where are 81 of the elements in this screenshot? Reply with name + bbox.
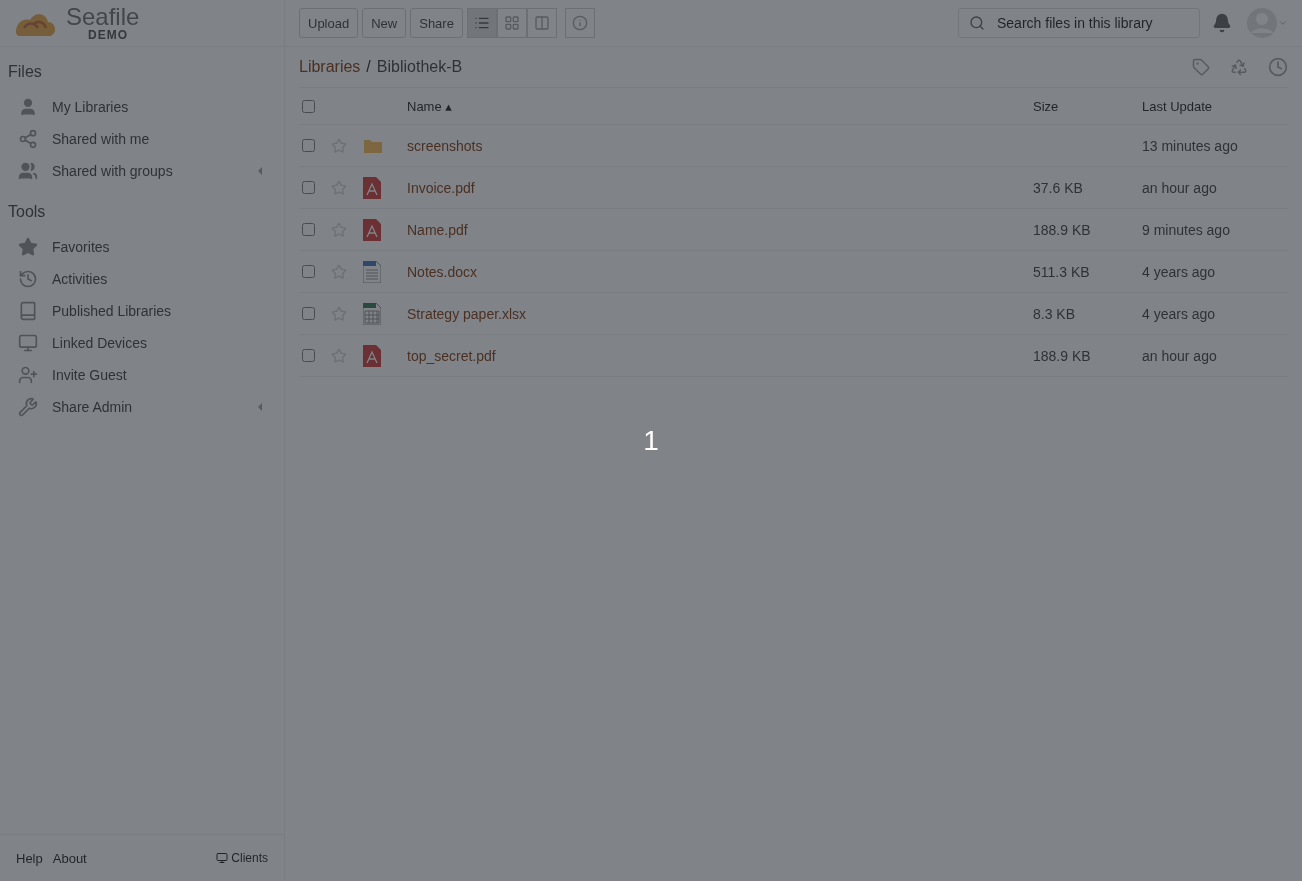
document-file-icon: [363, 260, 381, 283]
file-size: 511.3 KB: [1033, 263, 1091, 280]
last-update: 4 years ago: [1142, 305, 1217, 322]
list-view-button[interactable]: [466, 8, 497, 38]
footer-link[interactable]: About: [52, 850, 87, 866]
file-name-link[interactable]: top_secret.pdf: [407, 347, 496, 364]
monitor-icon: [18, 333, 38, 353]
sidebar-item[interactable]: Linked Devices: [0, 327, 284, 359]
file-name-link[interactable]: Notes.docx: [407, 263, 478, 280]
wrench-icon: [18, 397, 38, 417]
file-size: 37.6 KB: [1033, 179, 1084, 196]
sidebar-item[interactable]: Shared with groups: [0, 155, 284, 187]
sidebar-item[interactable]: Favorites: [0, 231, 284, 263]
history-icon[interactable]: [1268, 57, 1288, 77]
caret-icon[interactable]: [1278, 18, 1288, 28]
last-update: 4 years ago: [1142, 263, 1217, 280]
last-update: 9 minutes ago: [1142, 221, 1231, 238]
breadcrumb-current: Bibliothek-B: [376, 58, 464, 76]
last-update: an hour ago: [1142, 179, 1218, 196]
invite-icon: [18, 365, 38, 385]
share-icon: [18, 129, 38, 149]
breadcrumb-link[interactable]: Libraries: [299, 58, 361, 76]
sidebar-item[interactable]: Shared with me: [0, 123, 284, 155]
spreadsheet-file-icon: [363, 302, 381, 325]
pdf-file-icon: [363, 344, 381, 367]
row-checkbox[interactable]: [302, 181, 315, 194]
sidebar-heading: Tools: [7, 202, 47, 222]
folder-icon: [363, 137, 383, 154]
grid-view-button[interactable]: [496, 8, 527, 38]
history-icon: [18, 269, 38, 289]
search-icon: [969, 15, 985, 31]
row-checkbox[interactable]: [302, 307, 315, 320]
column-header[interactable]: Last Update: [1142, 98, 1288, 114]
column-header[interactable]: Size: [1033, 98, 1142, 114]
file-name-link[interactable]: Invoice.pdf: [407, 179, 475, 196]
file-size: 188.9 KB: [1033, 347, 1092, 364]
columns-view-icon: [533, 15, 550, 31]
row-checkbox[interactable]: [302, 139, 315, 152]
tag-icon[interactable]: [1192, 58, 1210, 76]
file-size: 188.9 KB: [1033, 221, 1092, 238]
pdf-file-icon: [363, 176, 381, 199]
columns-view-button[interactable]: [526, 8, 557, 38]
row-checkbox[interactable]: [302, 349, 315, 362]
logo-name: Seafile: [66, 5, 140, 29]
sidebar-heading: Files: [7, 62, 43, 82]
toolbar-button[interactable]: Share: [410, 8, 463, 38]
column-header[interactable]: Name ▴: [407, 98, 1033, 114]
sidebar-item[interactable]: Invite Guest: [0, 359, 284, 391]
file-name-link[interactable]: screenshots: [407, 137, 483, 154]
group-icon: [18, 161, 38, 181]
select-all-checkbox[interactable]: [302, 99, 315, 113]
last-update: 13 minutes ago: [1142, 137, 1239, 154]
pdf-file-icon: [363, 218, 381, 241]
last-update: an hour ago: [1142, 347, 1218, 364]
clients-link[interactable]: Clients: [216, 851, 268, 865]
monitor-icon: [216, 852, 229, 864]
file-size: 8.3 KB: [1033, 305, 1077, 322]
sidebar-item[interactable]: My Libraries: [0, 91, 284, 123]
user-icon: [18, 97, 38, 117]
sidebar-item[interactable]: Share Admin: [0, 391, 284, 423]
breadcrumb-separator: /: [366, 58, 371, 76]
file-name-link[interactable]: Strategy paper.xlsx: [407, 305, 527, 322]
book-icon: [18, 301, 38, 321]
info-icon: [571, 15, 588, 31]
notification-bell-icon[interactable]: [1212, 13, 1232, 33]
counter-text: 1: [643, 424, 659, 457]
row-checkbox[interactable]: [302, 265, 315, 278]
star-icon: [18, 237, 38, 257]
footer-link[interactable]: Help: [16, 850, 43, 866]
logo-subtitle: DEMO: [88, 29, 129, 41]
info-button[interactable]: [564, 8, 595, 38]
list-view-icon: [473, 15, 490, 31]
toolbar-button[interactable]: Upload: [299, 8, 359, 38]
sidebar-item[interactable]: Activities: [0, 263, 284, 295]
sidebar-item[interactable]: Published Libraries: [0, 295, 284, 327]
file-name-link[interactable]: Name.pdf: [407, 221, 468, 238]
row-checkbox[interactable]: [302, 223, 315, 236]
recycle-icon[interactable]: [1230, 58, 1248, 76]
toolbar-button[interactable]: New: [362, 8, 407, 38]
grid-view-icon: [503, 15, 520, 31]
search-field[interactable]: Search files in this library: [958, 8, 1200, 38]
